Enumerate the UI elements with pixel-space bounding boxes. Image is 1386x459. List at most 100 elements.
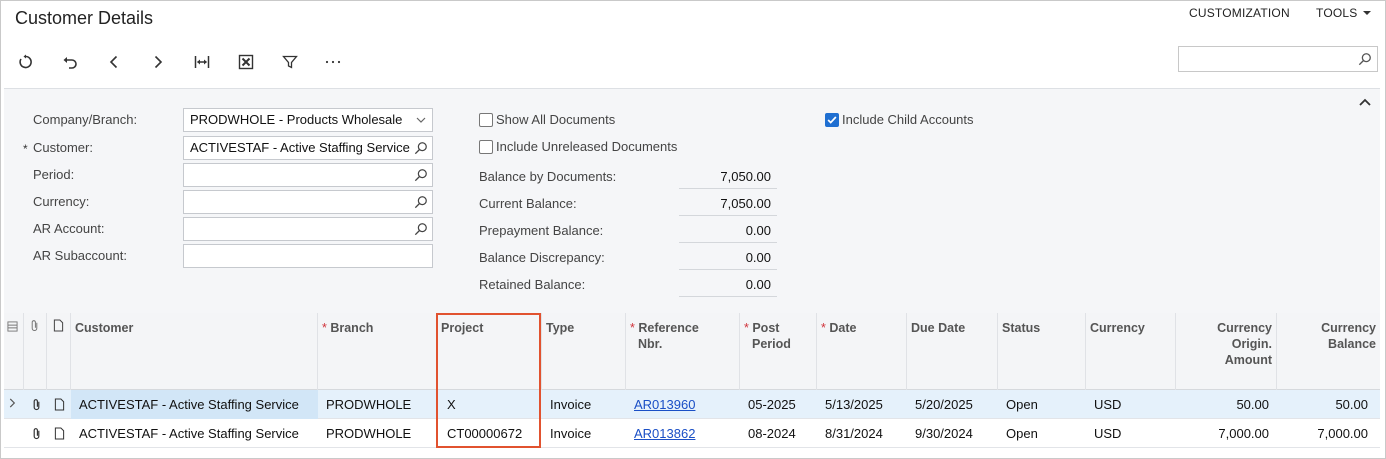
cell-customer[interactable]: ACTIVESTAF - Active Staffing Service [71,419,318,448]
toolbar-search-input[interactable] [1178,46,1378,72]
column-header-reference[interactable]: * Reference Nbr. [626,313,740,390]
cell-due-date[interactable]: 9/30/2024 [907,419,998,448]
row-note[interactable] [52,419,72,448]
show-all-documents-label: Show All Documents [496,112,616,127]
refresh-button[interactable] [14,50,38,74]
paperclip-icon [33,399,40,411]
cell-due-date[interactable]: 5/20/2025 [907,390,998,419]
cell-balance[interactable]: 50.00 [1277,390,1380,419]
current-row-indicator [6,390,24,419]
company-branch-value: PRODWHOLE - Products Wholesale [190,112,403,127]
cell-date[interactable]: 5/13/2025 [817,390,907,419]
document-icon [54,398,65,411]
cell-post-period[interactable]: 05-2025 [740,390,817,419]
orig-header-line3: Amount [1224,353,1272,367]
date-header-label: Date [829,321,857,335]
column-header-branch[interactable]: * Branch [318,313,437,390]
search-icon[interactable] [414,195,428,209]
period-label: Period: [33,167,75,182]
include-unreleased-checkbox[interactable] [479,140,493,154]
row-attachment[interactable] [28,419,48,448]
include-child-accounts-label: Include Child Accounts [842,112,974,127]
cell-branch[interactable]: PRODWHOLE [318,419,437,448]
cell-type[interactable]: Invoice [542,390,626,419]
checkmark-icon [827,116,837,124]
chevron-right-icon [9,398,16,408]
cell-customer[interactable]: ACTIVESTAF - Active Staffing Service [71,390,318,419]
column-header-status[interactable]: Status [998,313,1086,390]
ar-account-field[interactable] [183,217,433,241]
cell-reference[interactable]: AR013960 [626,390,740,419]
orig-header-line1: Currency [1217,321,1272,335]
cell-reference[interactable]: AR013862 [626,419,740,448]
customer-field[interactable]: ACTIVESTAF - Active Staffing Service [183,136,433,160]
prepayment-balance-label: Prepayment Balance: [479,223,604,238]
row-note[interactable] [52,390,72,419]
more-button[interactable] [321,50,345,74]
customer-value: ACTIVESTAF - Active Staffing Service [190,140,410,155]
column-header-date[interactable]: * Date [817,313,907,390]
cell-orig-amount[interactable]: 50.00 [1176,390,1277,419]
balance-by-documents-label: Balance by Documents: [479,169,617,184]
cell-status[interactable]: Open [998,419,1086,448]
document-icon [53,319,64,332]
reference-link[interactable]: AR013862 [634,426,695,441]
search-icon[interactable] [414,141,428,155]
column-header-type[interactable]: Type [542,313,626,390]
chevron-up-icon[interactable] [1358,96,1372,108]
cell-project[interactable]: X [437,390,542,419]
cell-date[interactable]: 8/31/2024 [817,419,907,448]
cell-status[interactable]: Open [998,390,1086,419]
search-icon[interactable] [414,168,428,182]
document-icon [54,427,65,440]
column-header-post-period[interactable]: * Post Period [740,313,817,390]
cell-currency[interactable]: USD [1086,390,1176,419]
company-branch-select[interactable]: PRODWHOLE - Products Wholesale [183,108,433,132]
include-child-accounts-checkbox[interactable] [825,113,839,127]
cell-orig-amount[interactable]: 7,000.00 [1176,419,1277,448]
cell-project[interactable]: CT00000672 [437,419,542,448]
cell-post-period[interactable]: 08-2024 [740,419,817,448]
page-title: Customer Details [15,8,154,28]
column-header-customer[interactable]: Customer [71,313,318,390]
fit-columns-button[interactable] [190,50,214,74]
paperclip-icon [31,320,38,332]
caret-down-icon [1363,11,1372,15]
column-header-currency[interactable]: Currency [1086,313,1176,390]
customer-required-mark: * [23,142,28,156]
attachment-header[interactable] [24,313,47,390]
undo-button[interactable] [58,50,82,74]
show-all-documents-checkbox[interactable] [479,113,493,127]
note-header[interactable] [47,313,71,390]
bal-header-line2: Balance [1328,337,1376,351]
period-field[interactable] [183,163,433,187]
column-header-balance[interactable]: Currency Balance [1277,313,1380,390]
balance-by-documents-value: 7,050.00 [679,163,777,189]
customization-menu[interactable]: CUSTOMIZATION [1189,6,1290,20]
cell-balance[interactable]: 7,000.00 [1277,419,1380,448]
row-attachment[interactable] [28,390,48,419]
filter-button[interactable] [278,50,302,74]
column-header-project[interactable]: Project [437,313,542,390]
tools-menu-label: TOOLS [1316,6,1358,20]
next-button[interactable] [146,50,170,74]
currency-field[interactable] [183,190,433,214]
customer-label: Customer: [33,140,93,155]
table-row[interactable]: ACTIVESTAF - Active Staffing Service PRO… [4,419,1380,448]
previous-button[interactable] [102,50,126,74]
orig-header-line2: Origin. [1231,337,1272,351]
cell-branch[interactable]: PRODWHOLE [318,390,437,419]
excel-export-button[interactable] [234,50,258,74]
cell-type[interactable]: Invoice [542,419,626,448]
tools-menu[interactable]: TOOLS [1316,6,1372,20]
chevron-down-icon [416,117,426,123]
previous-icon [109,55,118,69]
cell-currency[interactable]: USD [1086,419,1176,448]
ar-subaccount-field[interactable] [183,244,433,268]
row-selector-header[interactable] [4,313,24,390]
column-header-due-date[interactable]: Due Date [907,313,998,390]
reference-link[interactable]: AR013960 [634,397,695,412]
column-header-orig-amount[interactable]: Currency Origin. Amount [1176,313,1277,390]
table-row[interactable]: ACTIVESTAF - Active Staffing Service PRO… [4,390,1380,419]
search-icon[interactable] [414,222,428,236]
